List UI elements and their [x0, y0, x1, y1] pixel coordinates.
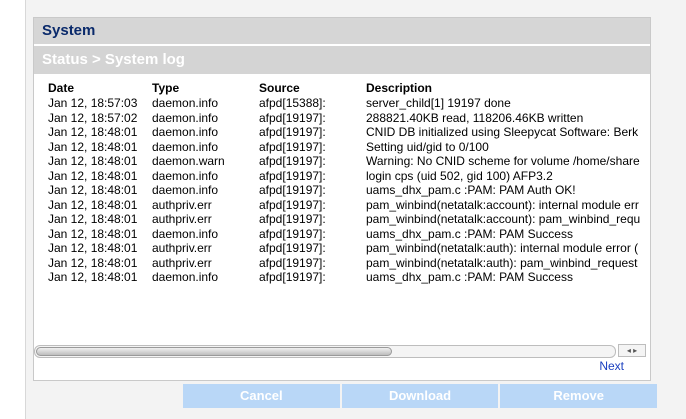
cell-type: daemon.info	[152, 270, 219, 284]
cell-date: Jan 12, 18:48:01	[48, 212, 138, 226]
cell-date: Jan 12, 18:48:01	[48, 197, 138, 212]
cell-source: afpd[19197]:	[259, 154, 326, 168]
table-row[interactable]: Jan 12, 18:48:01 daemon.info afpd[19197]…	[48, 227, 648, 242]
cell-type: daemon.info	[152, 168, 219, 183]
cell-source: afpd[19197]:	[259, 212, 326, 226]
table-row[interactable]: Jan 12, 18:57:02 daemon.info afpd[19197]…	[48, 111, 648, 126]
table-row[interactable]: Jan 12, 18:48:01 daemon.info afpd[19197]…	[48, 125, 648, 140]
scroll-arrows-icon[interactable]: ◂ ▸	[618, 344, 646, 357]
cell-date: Jan 12, 18:48:01	[48, 255, 138, 270]
cell-type: authpriv.err	[152, 241, 212, 255]
cell-description: CNID DB initialized using Sleepycat Soft…	[366, 125, 639, 139]
cell-date: Jan 12, 18:48:01	[48, 183, 138, 197]
cell-type: daemon.info	[152, 183, 219, 197]
cell-source: afpd[19197]:	[259, 197, 326, 212]
cell-source: afpd[15388]:	[259, 96, 326, 110]
cell-description: server_child[1] 19197 done	[366, 96, 511, 110]
cell-date: Jan 12, 18:48:01	[48, 270, 138, 284]
cell-description: login cps (uid 502, gid 100) AFP3.2	[366, 168, 553, 183]
cell-description: pam_winbind(netatalk:account): pam_winbi…	[366, 212, 641, 226]
cell-source: afpd[19197]:	[259, 255, 326, 270]
table-row[interactable]: Jan 12, 18:57:03 daemon.info afpd[15388]…	[48, 96, 648, 111]
table-row[interactable]: Jan 12, 18:48:01 authpriv.err afpd[19197…	[48, 256, 648, 271]
next-link[interactable]: Next	[599, 359, 624, 373]
cell-description: pam_winbind(netatalk:auth): internal mod…	[366, 241, 639, 255]
cell-description: uams_dhx_pam.c :PAM: PAM Auth OK!	[366, 183, 576, 197]
column-header-source[interactable]: Source	[259, 80, 300, 96]
cell-type: authpriv.err	[152, 197, 212, 212]
table-row[interactable]: Jan 12, 18:48:01 daemon.info afpd[19197]…	[48, 140, 648, 155]
cell-date: Jan 12, 18:48:01	[48, 125, 138, 139]
cancel-button[interactable]: Cancel	[183, 384, 340, 408]
cell-source: afpd[19197]:	[259, 110, 326, 125]
cell-description: uams_dhx_pam.c :PAM: PAM Success	[366, 226, 573, 241]
action-button-bar: Cancel Download Remove	[183, 384, 659, 408]
cell-source: afpd[19197]:	[259, 125, 326, 139]
scrollbar-thumb[interactable]	[36, 347, 392, 356]
cell-description: pam_winbind(netatalk:account): internal …	[366, 197, 639, 212]
cell-type: daemon.info	[152, 96, 219, 110]
download-button[interactable]: Download	[341, 384, 499, 408]
log-table: Date Type Source Description Jan 12, 18:…	[48, 80, 648, 348]
cell-date: Jan 12, 18:57:02	[48, 110, 138, 125]
cell-description: Warning: No CNID scheme for volume /home…	[366, 154, 640, 168]
table-header-row: Date Type Source Description	[48, 80, 648, 96]
cell-date: Jan 12, 18:48:01	[48, 226, 138, 241]
system-log-panel: System Status > System log Date Type Sou…	[33, 17, 651, 381]
cell-source: afpd[19197]:	[259, 270, 326, 284]
table-row[interactable]: Jan 12, 18:48:01 authpriv.err afpd[19197…	[48, 241, 648, 256]
cell-type: daemon.info	[152, 226, 219, 241]
table-row[interactable]: Jan 12, 18:48:01 daemon.warn afpd[19197]…	[48, 154, 648, 169]
remove-button[interactable]: Remove	[500, 384, 658, 408]
column-header-date[interactable]: Date	[48, 80, 74, 96]
column-header-type[interactable]: Type	[152, 80, 179, 96]
table-row[interactable]: Jan 12, 18:48:01 daemon.info afpd[19197]…	[48, 169, 648, 184]
cell-description: Setting uid/gid to 0/100	[366, 139, 489, 154]
cell-source: afpd[19197]:	[259, 139, 326, 154]
cell-date: Jan 12, 18:48:01	[48, 168, 138, 183]
cell-type: daemon.info	[152, 125, 219, 139]
cell-type: daemon.info	[152, 139, 219, 154]
cell-source: afpd[19197]:	[259, 168, 326, 183]
table-row[interactable]: Jan 12, 18:48:01 daemon.info afpd[19197]…	[48, 183, 648, 198]
cell-description: pam_winbind(netatalk:auth): pam_winbind_…	[366, 255, 638, 270]
cell-date: Jan 12, 18:48:01	[48, 139, 138, 154]
column-header-description[interactable]: Description	[366, 80, 432, 96]
section-title: System	[34, 18, 650, 44]
cell-type: authpriv.err	[152, 212, 212, 226]
cell-type: daemon.warn	[152, 154, 225, 168]
horizontal-scrollbar[interactable]: ◂ ▸	[34, 343, 650, 358]
cell-type: daemon.info	[152, 110, 219, 125]
cell-source: afpd[19197]:	[259, 226, 326, 241]
cell-description: 288821.40KB read, 118206.46KB written	[366, 110, 584, 125]
breadcrumb: Status > System log	[34, 46, 650, 74]
table-row[interactable]: Jan 12, 18:48:01 daemon.info afpd[19197]…	[48, 270, 648, 285]
cell-date: Jan 12, 18:57:03	[48, 96, 138, 110]
cell-type: authpriv.err	[152, 255, 212, 270]
cell-date: Jan 12, 18:48:01	[48, 241, 138, 255]
scrollbar-track[interactable]	[34, 345, 616, 358]
cell-description: uams_dhx_pam.c :PAM: PAM Success	[366, 270, 573, 284]
cell-source: afpd[19197]:	[259, 241, 326, 255]
cell-source: afpd[19197]:	[259, 183, 326, 197]
table-row[interactable]: Jan 12, 18:48:01 authpriv.err afpd[19197…	[48, 198, 648, 213]
cell-date: Jan 12, 18:48:01	[48, 154, 138, 168]
table-row[interactable]: Jan 12, 18:48:01 authpriv.err afpd[19197…	[48, 212, 648, 227]
